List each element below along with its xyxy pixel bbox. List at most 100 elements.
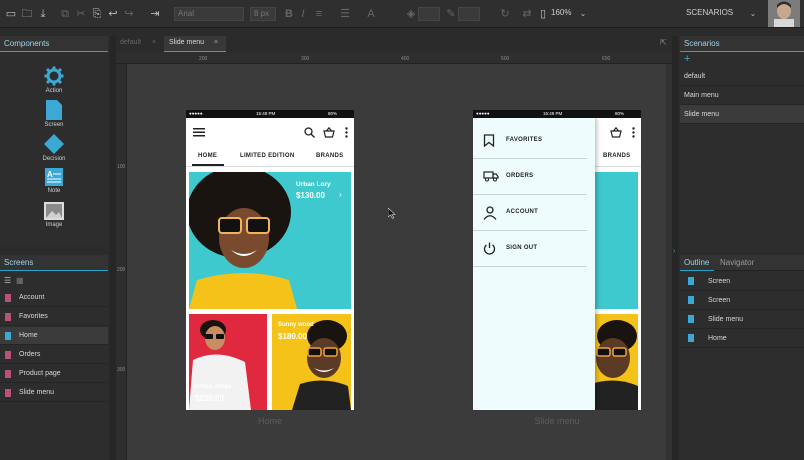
scenario-item-slide-menu[interactable]: Slide menu [680,105,804,124]
download-icon[interactable]: ⤓ [36,7,50,21]
screen-item-orders[interactable]: Orders [0,346,108,364]
tab-default-close-icon[interactable]: × [152,39,156,46]
zoom-level[interactable]: 160% [551,8,571,17]
screens-header: Screens [0,255,108,271]
new-file-icon[interactable]: ▭ [4,7,18,21]
product-model-photo [292,320,351,410]
screen-item-slide-menu[interactable]: Slide menu [0,384,108,402]
screen-item-label: Orders [19,351,41,358]
tab-home[interactable]: HOME [198,153,217,159]
screen-item-favorites[interactable]: Favorites [0,308,108,326]
outline-item-label: Home [708,335,727,342]
more-vertical-icon[interactable] [345,127,348,138]
hero-chevron-right-icon[interactable]: › [339,190,342,199]
tab-outline[interactable]: Outline [680,255,714,271]
slide-menu-drawer: FAVORITES ORDERS ACCOUNT SIGN OUT [473,118,595,410]
italic-icon[interactable]: I [296,7,310,21]
hero-product-price: $130.00 [296,191,325,200]
device-icon[interactable]: ▯ [536,7,550,21]
font-family-field[interactable]: Arial [174,7,244,21]
basket-icon[interactable] [610,127,622,138]
search-icon[interactable] [304,127,315,138]
cut-icon[interactable]: ✂ [74,7,88,21]
add-scenario-icon[interactable]: + [684,53,690,65]
screen-item-product-page[interactable]: Product page [0,365,108,383]
tab-brands[interactable]: BRANDS [603,153,630,159]
menu-item-orders[interactable]: ORDERS [473,159,587,195]
font-size-field[interactable]: 8 px [250,7,276,21]
card1-product-name: Urban Jones [195,384,232,390]
arrange-icon[interactable]: ⇄ [520,7,534,21]
tab-slide-menu[interactable]: Slide menu × [164,36,226,52]
outline-item[interactable]: Slide menu [680,310,804,329]
component-image[interactable]: Image [0,202,108,228]
list-view-icon[interactable]: ☰ [4,276,11,285]
component-decision[interactable]: Decision [0,134,108,162]
undo-icon[interactable]: ↩ [106,7,120,21]
menu-item-account[interactable]: ACCOUNT [473,195,587,231]
menu-item-sign-out[interactable]: SIGN OUT [473,231,587,267]
tab-default[interactable]: default [120,39,141,46]
component-screen[interactable]: Screen [0,100,108,128]
scenario-item-default[interactable]: default [680,67,804,86]
product-card-sunny-wood[interactable]: Sunny wood $180.00 [272,314,351,410]
hamburger-menu-icon[interactable] [193,128,205,137]
opacity-field[interactable] [418,7,440,21]
tab-brands[interactable]: BRANDS [316,153,343,159]
menu-item-label: ACCOUNT [506,209,539,215]
fill-icon[interactable]: ◈ [404,7,418,21]
home-screen-label: Home [257,416,282,426]
ruler-label: 300 [301,56,310,62]
tab-navigator[interactable]: Navigator [720,255,754,271]
tab-limited-edition[interactable]: LIMITED EDITION [240,153,295,159]
component-note[interactable]: A Note [0,168,108,194]
list-icon[interactable]: ☰ [338,7,352,21]
power-icon [483,242,496,255]
eyedropper-icon[interactable]: ✎ [444,7,458,21]
zoom-chevron-down-icon[interactable]: ⌄ [576,7,590,21]
image-icon [44,202,64,220]
link-icon[interactable]: ⇥ [148,7,162,21]
hero-model-photo [189,172,297,309]
align-icon[interactable]: ≡ [312,7,326,21]
scenarios-chevron-down-icon[interactable]: ⌄ [746,7,760,21]
bold-icon[interactable]: B [282,7,296,21]
slide-menu-screen-mockup[interactable]: ●●●●● 15:49 PM 80% BRANDS FAVORITES ORDE… [473,110,641,410]
collapse-icon[interactable]: ⇱ [660,38,667,47]
menu-item-favorites[interactable]: FAVORITES [473,123,587,159]
stroke-field[interactable] [458,7,480,21]
scenario-item-main-menu[interactable]: Main menu [680,86,804,105]
rotate-icon[interactable]: ↻ [498,7,512,21]
grid-view-icon[interactable]: ▦ [16,276,24,285]
screen-file-icon [688,296,694,304]
tab-close-icon[interactable]: × [214,39,218,46]
mouse-cursor-icon [388,208,396,219]
component-action[interactable]: Action [0,66,108,94]
expand-arrow-icon[interactable]: › [673,248,675,255]
hero-product-card[interactable]: Urban Lory $130.00 › [189,172,351,309]
outline-item[interactable]: Home [680,329,804,348]
copy-icon[interactable]: ⧉ [58,7,72,21]
more-vertical-icon[interactable] [632,127,635,138]
screen-item-home[interactable]: Home [0,327,108,345]
basket-icon[interactable] [323,127,335,138]
redo-icon[interactable]: ↪ [122,7,136,21]
screen-item-label: Home [19,332,38,339]
avatar[interactable] [768,0,800,27]
hero-product-name: Urban Lory [296,181,331,188]
open-folder-icon[interactable]: 🗀 [20,7,34,21]
scenarios-menu[interactable]: SCENARIOS [686,8,733,17]
text-color-icon[interactable]: A [364,7,378,21]
card1-product-price: $230.00 [195,394,224,403]
outline-item[interactable]: Screen [680,291,804,310]
product-card-urban-jones[interactable]: Urban Jones $230.00 [189,314,267,410]
screen-item-account[interactable]: Account [0,289,108,307]
home-screen-mockup[interactable]: ●●●●● 15:49 PM 80% HOME LIMITED EDITION … [186,110,354,410]
screen-file-icon [5,332,11,340]
bookmark-icon [483,134,495,147]
status-bar: ●●●●● 15:49 PM 80% [186,110,354,118]
outline-item-label: Screen [708,297,731,304]
component-decision-label: Decision [42,156,66,162]
outline-item[interactable]: Screen [680,272,804,291]
paste-icon[interactable]: ⎘ [90,7,104,21]
